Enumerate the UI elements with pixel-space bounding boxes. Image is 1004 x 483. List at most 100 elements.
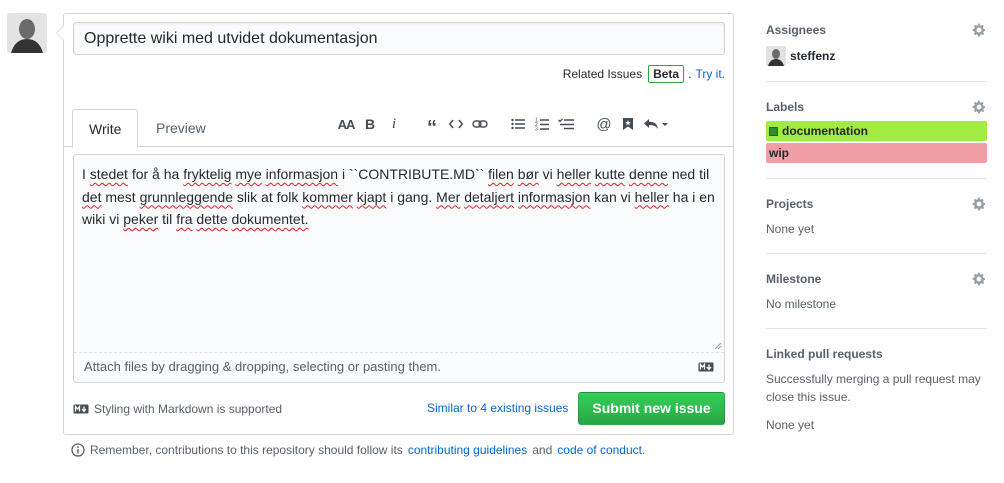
markdown-note[interactable]: Styling with Markdown is supported [73, 402, 282, 416]
body-word: ned [671, 166, 696, 182]
notice-period: . [642, 443, 646, 457]
reference-icon[interactable] [616, 114, 640, 134]
assignees-section: Assignees steffenz [766, 20, 987, 82]
body-word: mest [105, 188, 136, 205]
numbered-list-icon[interactable]: 123 [530, 114, 554, 134]
linked-prs-desc: Successfully merging a pull request may … [766, 372, 981, 404]
body-word: ``CONTRIBUTE.MD`` [348, 166, 485, 182]
body-word: heller [556, 166, 591, 182]
submit-new-issue-button[interactable]: Submit new issue [578, 392, 725, 425]
body-word: for [131, 166, 149, 182]
bold-icon[interactable]: B [358, 114, 382, 134]
notice-and: and [532, 443, 553, 457]
tab-preview[interactable]: Preview [140, 109, 222, 148]
body-word: informasjon [517, 188, 591, 205]
issue-sidebar: Assignees steffenz Labels documentation … [766, 20, 987, 464]
beta-badge: Beta [648, 65, 685, 83]
contribution-notice: Remember, contributions to this reposito… [71, 443, 645, 457]
body-word: i [341, 166, 346, 182]
body-word: bør [517, 166, 539, 182]
linked-prs-heading: Linked pull requests [766, 347, 883, 361]
linked-prs-section: Linked pull requests Successfully mergin… [766, 344, 987, 449]
body-word: grunnleggende [139, 188, 234, 205]
resize-handle-icon[interactable] [712, 340, 722, 350]
linked-prs-value: None yet [766, 418, 815, 432]
body-word: slik [236, 188, 258, 205]
label-wip[interactable]: wip [766, 143, 987, 163]
body-word: ha [672, 188, 689, 205]
related-period: . [688, 67, 692, 81]
notice-text: Remember, contributions to this reposito… [90, 443, 403, 457]
assignee-name[interactable]: steffenz [790, 49, 835, 63]
body-word: dokumentet. [231, 211, 309, 227]
issue-body-editor[interactable]: I stedet for å ha fryktelig mye informas… [73, 154, 725, 383]
body-word: å [152, 166, 160, 182]
related-issues-label: Related Issues [562, 67, 643, 81]
body-word: kan [594, 188, 617, 205]
body-word: fryktelig [183, 166, 232, 182]
code-of-conduct-link[interactable]: code of conduct. [557, 443, 645, 457]
label-name: wip [769, 146, 789, 160]
gear-icon[interactable] [971, 22, 987, 38]
body-word: i [692, 188, 696, 205]
body-word: ha [163, 166, 180, 182]
issue-title-input[interactable]: Opprette wiki med utvidet dokumentasjon [73, 22, 725, 55]
try-it-link[interactable]: Try it. [695, 67, 725, 81]
milestone-value: No milestone [766, 297, 837, 311]
body-word: heller [634, 188, 669, 205]
body-word: det [82, 188, 102, 205]
labels-section: Labels documentation wip [766, 97, 987, 179]
body-word: dette [196, 211, 228, 227]
similar-issues-link[interactable]: Similar to 4 existing issues [427, 401, 568, 415]
code-icon[interactable] [444, 114, 468, 134]
tab-write[interactable]: Write [72, 109, 139, 148]
gear-icon[interactable] [971, 271, 987, 287]
body-word: at [261, 188, 273, 205]
italic-icon[interactable]: i [382, 114, 406, 134]
gear-icon[interactable] [971, 196, 987, 212]
milestone-heading: Milestone [766, 272, 822, 286]
code-of-conduct-text[interactable]: code of conduct [557, 443, 642, 457]
projects-heading: Projects [766, 197, 814, 211]
body-word: til [699, 166, 710, 182]
info-icon [71, 443, 85, 457]
attach-files-text: Attach files by dragging & dropping, sel… [84, 359, 441, 374]
body-word: i [390, 188, 394, 205]
body-word: folk [276, 188, 299, 205]
body-word: fra [176, 211, 193, 227]
contributing-guidelines-link[interactable]: contributing guidelines [408, 443, 527, 457]
body-word: vi [620, 188, 631, 205]
quote-icon[interactable]: “ [420, 114, 444, 138]
svg-text:3: 3 [535, 127, 538, 132]
related-issues: Related Issues Beta. Try it. [563, 65, 725, 83]
body-word: denne [629, 166, 668, 182]
bullet-list-icon[interactable] [506, 114, 530, 134]
task-list-icon[interactable] [554, 114, 578, 134]
reply-icon[interactable] [640, 114, 672, 134]
body-word: Mer [436, 188, 461, 205]
body-word: filen [488, 166, 514, 182]
body-word: detaljert [464, 188, 514, 205]
attach-files-bar[interactable]: Attach files by dragging & dropping, sel… [74, 352, 724, 382]
text-size-icon[interactable]: AA [334, 114, 358, 134]
markdown-icon [698, 362, 714, 372]
body-word: en [699, 188, 715, 205]
author-avatar [7, 13, 47, 53]
gear-icon[interactable] [971, 99, 987, 115]
new-issue-form: Opprette wiki med utvidet dokumentasjon … [56, 13, 734, 435]
markdown-note-text: Styling with Markdown is supported [94, 402, 283, 416]
body-word: peker [123, 211, 159, 227]
label-swatch-icon [769, 126, 778, 136]
label-documentation[interactable]: documentation [766, 121, 987, 141]
issue-body-text[interactable]: I stedet for å ha fryktelig mye informas… [82, 163, 716, 231]
mention-icon[interactable]: @ [592, 114, 616, 134]
milestone-section: Milestone No milestone [766, 269, 987, 329]
assignee-item[interactable]: steffenz [766, 46, 987, 66]
body-word: kjapt [356, 188, 387, 205]
body-word: til [162, 211, 173, 227]
assignee-avatar [766, 46, 786, 66]
body-word: wiki [82, 211, 106, 227]
markdown-toolbar: AA B i “ 123 @ [334, 114, 672, 138]
body-word: kutte [594, 166, 626, 182]
link-icon[interactable] [468, 114, 492, 134]
